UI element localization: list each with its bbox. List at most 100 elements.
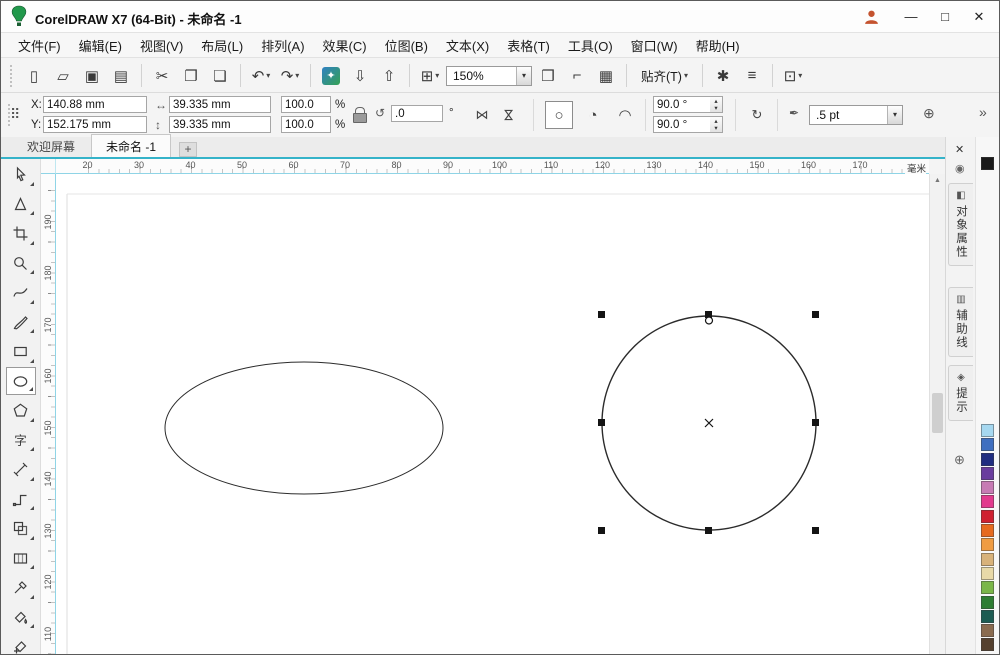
cut-button[interactable]: ✂ xyxy=(149,63,175,89)
docker-tab-2[interactable]: ◈提示 xyxy=(948,365,973,421)
redo-button[interactable]: ↷▾ xyxy=(277,63,303,89)
smart-fill-tool[interactable] xyxy=(6,633,36,655)
color-swatch-11[interactable] xyxy=(981,581,994,594)
overflow-icon[interactable]: » xyxy=(979,104,987,120)
black-swatch[interactable] xyxy=(981,157,994,170)
x-position-input[interactable]: 140.88 mm xyxy=(43,96,147,113)
selection-handle[interactable] xyxy=(598,311,605,318)
ellipse-tool[interactable] xyxy=(6,367,36,395)
open-button[interactable]: ▱ xyxy=(50,63,76,89)
end-angle-spinner[interactable]: ▴▾ xyxy=(710,116,723,133)
connector-tool[interactable] xyxy=(6,485,36,513)
selection-handle[interactable] xyxy=(812,311,819,318)
node-indicator[interactable] xyxy=(706,317,713,324)
zoom-level-select[interactable]: 150%▾ xyxy=(446,66,532,86)
object-width-input[interactable]: 39.335 mm xyxy=(169,96,271,113)
menu-item-5[interactable]: 效果(C) xyxy=(314,33,376,58)
rectangle-tool[interactable] xyxy=(6,338,36,366)
chevron-down-icon[interactable]: ▾ xyxy=(516,67,531,85)
show-grid-button[interactable]: ▦ xyxy=(593,63,619,89)
y-position-input[interactable]: 152.175 mm xyxy=(43,116,147,133)
freehand-tool[interactable] xyxy=(6,279,36,307)
drawing-canvas[interactable] xyxy=(56,174,929,655)
lock-ratio-button[interactable] xyxy=(351,102,369,128)
interactive-fill-tool[interactable] xyxy=(6,603,36,631)
document-tab-1[interactable]: 未命名 -1 xyxy=(91,134,171,157)
vertical-scrollbar[interactable]: ▲ xyxy=(929,174,945,654)
show-rulers-button[interactable]: ⌐ xyxy=(564,63,590,89)
copy-button[interactable]: ❐ xyxy=(178,63,204,89)
menu-item-11[interactable]: 帮助(H) xyxy=(687,33,749,58)
pie-mode-button[interactable]: ◔ xyxy=(579,101,607,129)
menu-item-0[interactable]: 文件(F) xyxy=(9,33,70,58)
menu-item-2[interactable]: 视图(V) xyxy=(131,33,192,58)
outline-width-select[interactable]: .5 pt ▾ xyxy=(809,105,903,125)
horizontal-ruler[interactable]: 毫米 2030405060708090100110120130140150160… xyxy=(56,159,929,174)
vertical-ruler[interactable]: 190180170160150140130120110 xyxy=(41,174,56,655)
selection-handle[interactable] xyxy=(598,419,605,426)
color-swatch-1[interactable] xyxy=(981,438,994,451)
scale-x-input[interactable]: 100.0 xyxy=(281,96,331,113)
menu-item-3[interactable]: 布局(L) xyxy=(192,33,252,58)
color-swatch-12[interactable] xyxy=(981,596,994,609)
menu-item-10[interactable]: 窗口(W) xyxy=(622,33,687,58)
color-swatch-15[interactable] xyxy=(981,638,994,651)
shape-tool[interactable] xyxy=(6,190,36,218)
text-tool[interactable]: 字 xyxy=(6,426,36,454)
snap-to-dropdown[interactable]: 贴齐(T)▾ xyxy=(634,64,695,88)
arc-mode-button[interactable]: ◠ xyxy=(611,101,639,129)
undo-button[interactable]: ↶▾ xyxy=(248,63,274,89)
transparency-tool[interactable] xyxy=(6,544,36,572)
color-swatch-0[interactable] xyxy=(981,424,994,437)
app-launcher-button[interactable]: ⊞▾ xyxy=(417,63,443,89)
quick-customize-button[interactable]: ⊡▾ xyxy=(780,63,806,89)
quick-plus-icon[interactable]: ⊕ xyxy=(923,105,935,122)
menu-item-4[interactable]: 排列(A) xyxy=(252,33,313,58)
document-tab-0[interactable]: 欢迎屏幕 xyxy=(13,135,89,157)
maximize-button[interactable]: □ xyxy=(928,1,962,31)
toolbar-grip[interactable] xyxy=(10,65,16,87)
crop-tool[interactable] xyxy=(6,220,36,248)
menu-item-6[interactable]: 位图(B) xyxy=(376,33,437,58)
close-button[interactable]: ✕ xyxy=(962,1,996,31)
scroll-up-icon[interactable]: ▲ xyxy=(934,177,941,184)
selection-center-mark[interactable] xyxy=(705,419,713,427)
polygon-tool[interactable] xyxy=(6,397,36,425)
color-swatch-8[interactable] xyxy=(981,538,994,551)
color-swatch-4[interactable] xyxy=(981,481,994,494)
menu-item-8[interactable]: 表格(T) xyxy=(498,33,559,58)
fullscreen-preview-button[interactable]: ❒ xyxy=(535,63,561,89)
search-content-button[interactable]: ✦ xyxy=(318,63,344,89)
menu-item-7[interactable]: 文本(X) xyxy=(437,33,498,58)
palette-plus-icon[interactable]: ⊕ xyxy=(954,452,965,468)
color-swatch-9[interactable] xyxy=(981,553,994,566)
zoom-tool[interactable] xyxy=(6,249,36,277)
start-angle-input[interactable]: 90.0 ° xyxy=(653,96,711,113)
ruler-corner[interactable] xyxy=(41,159,56,174)
color-eyedropper-tool[interactable] xyxy=(6,574,36,602)
start-angle-spinner[interactable]: ▴▾ xyxy=(710,96,723,113)
selection-handle[interactable] xyxy=(598,527,605,534)
scale-y-input[interactable]: 100.0 xyxy=(281,116,331,133)
save-button[interactable]: ▣ xyxy=(79,63,105,89)
color-swatch-7[interactable] xyxy=(981,524,994,537)
minimize-button[interactable]: — xyxy=(894,1,928,31)
new-document-button[interactable]: ▯ xyxy=(21,63,47,89)
parallel-dimension-tool[interactable] xyxy=(6,456,36,484)
color-swatch-5[interactable] xyxy=(981,495,994,508)
chevron-down-icon[interactable]: ▾ xyxy=(887,106,902,124)
docker-tab-0[interactable]: ◧对象属性 xyxy=(948,183,973,266)
selection-handle[interactable] xyxy=(812,419,819,426)
paste-button[interactable]: ❏ xyxy=(207,63,233,89)
artistic-media-tool[interactable] xyxy=(6,308,36,336)
color-swatch-14[interactable] xyxy=(981,624,994,637)
color-swatch-10[interactable] xyxy=(981,567,994,580)
drawn-ellipse[interactable] xyxy=(165,362,443,494)
user-account-icon[interactable] xyxy=(863,9,880,26)
menu-item-9[interactable]: 工具(O) xyxy=(559,33,622,58)
mirror-horizontal-button[interactable]: ⋈ xyxy=(471,105,493,125)
color-swatch-3[interactable] xyxy=(981,467,994,480)
docker-tab-1[interactable]: ▥辅助线 xyxy=(948,287,973,357)
customize-button[interactable]: ≡ xyxy=(739,63,765,89)
import-button[interactable]: ⇩ xyxy=(347,63,373,89)
